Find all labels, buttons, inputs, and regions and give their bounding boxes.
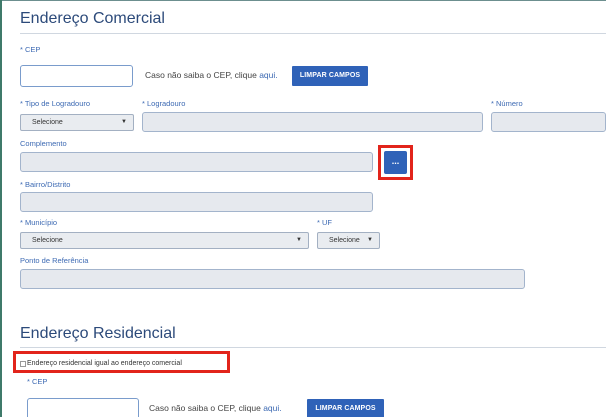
- tipo-logradouro-selected: Selecione: [32, 119, 63, 126]
- residential-clear-fields-button[interactable]: LIMPAR CAMPOS: [307, 399, 384, 417]
- residential-cep-lookup-link[interactable]: aqui.: [263, 403, 281, 413]
- chevron-down-icon: ▼: [296, 237, 302, 243]
- uf-select[interactable]: Selecione ▼: [317, 232, 380, 249]
- referencia-label: Ponto de Referência: [20, 256, 89, 265]
- numero-input[interactable]: [491, 112, 606, 132]
- commercial-clear-fields-button[interactable]: LIMPAR CAMPOS: [292, 66, 368, 86]
- residential-cep-input[interactable]: [27, 398, 139, 417]
- same-address-checkbox[interactable]: [20, 361, 26, 367]
- commercial-cep-lookup-link[interactable]: aqui.: [259, 70, 277, 80]
- referencia-input[interactable]: [20, 269, 525, 289]
- frame-top-border: [0, 0, 606, 1]
- uf-label: * UF: [317, 218, 332, 227]
- commercial-cep-hint-text: Caso não saiba o CEP, clique: [145, 70, 260, 80]
- residential-section-divider: [20, 347, 606, 348]
- municipio-label: * Município: [20, 218, 58, 227]
- commercial-section-divider: [20, 33, 606, 34]
- uf-selected: Selecione: [329, 237, 360, 244]
- tipo-logradouro-label: * Tipo de Logradouro: [20, 99, 91, 108]
- residential-section-title: Endereço Residencial: [20, 325, 176, 342]
- commercial-cep-label: * CEP: [20, 45, 41, 54]
- commercial-cep-input[interactable]: [20, 65, 133, 87]
- commercial-cep-hint: Caso não saiba o CEP, clique aqui.: [145, 70, 278, 80]
- page-frame: Endereço Comercial * CEP Caso não saiba …: [0, 0, 606, 417]
- residential-cep-label: * CEP: [27, 377, 48, 386]
- commercial-section-title: Endereço Comercial: [20, 10, 165, 27]
- chevron-down-icon: ▼: [367, 237, 373, 243]
- bairro-input[interactable]: [20, 192, 373, 212]
- logradouro-input[interactable]: [142, 112, 483, 132]
- complemento-label: Complemento: [20, 139, 67, 148]
- complemento-lookup-button[interactable]: ...: [384, 151, 407, 174]
- tipo-logradouro-select[interactable]: Selecione ▼: [20, 114, 134, 131]
- municipio-select[interactable]: Selecione ▼: [20, 232, 309, 249]
- logradouro-label: * Logradouro: [142, 99, 186, 108]
- complemento-input[interactable]: [20, 152, 373, 172]
- residential-cep-hint: Caso não saiba o CEP, clique aqui.: [149, 403, 282, 413]
- bairro-label: * Bairro/Distrito: [20, 180, 71, 189]
- residential-cep-hint-text: Caso não saiba o CEP, clique: [149, 403, 264, 413]
- numero-label: * Número: [491, 99, 523, 108]
- frame-left-border: [0, 0, 2, 417]
- same-address-label: Endereço residencial igual ao endereço c…: [27, 360, 182, 367]
- chevron-down-icon: ▼: [121, 119, 127, 125]
- municipio-selected: Selecione: [32, 237, 63, 244]
